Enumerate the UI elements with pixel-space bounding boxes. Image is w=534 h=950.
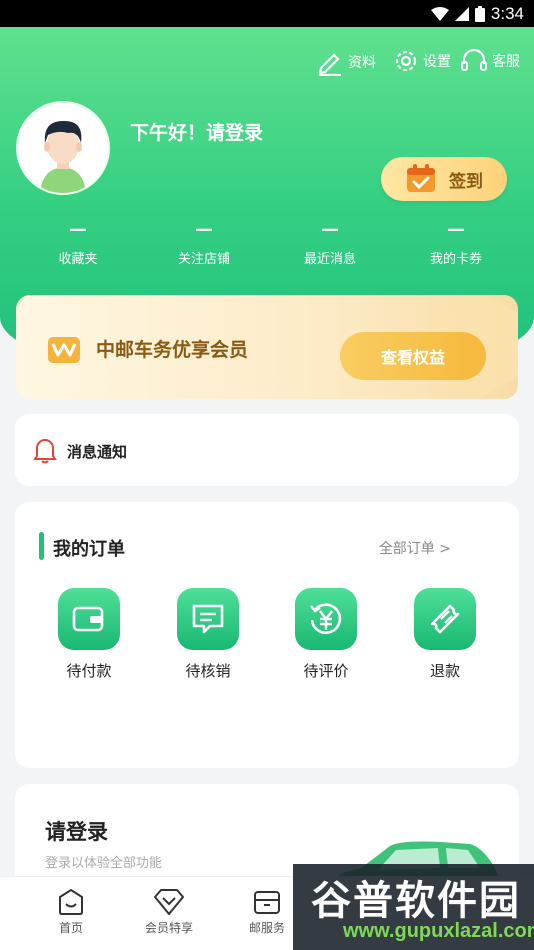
stat-label: 关注店铺 [177,252,230,267]
profile-info-button[interactable]: 资料 [316,48,376,76]
greeting-text[interactable]: 下午好！请登录 [130,118,263,145]
yen-refresh-icon [310,603,342,635]
stat-label: 最近消息 [303,252,356,267]
notification-row[interactable]: 消息通知 [15,414,519,486]
login-title: 请登录 [45,820,108,844]
ticket-icon [430,604,460,634]
crown-icon [48,337,80,363]
status-bar: 3:34 [0,0,534,27]
orders-title: 我的订单 [53,539,125,560]
order-icon-box [58,588,120,650]
stat-value: — [321,219,339,240]
status-icons: 3:34 [430,4,524,24]
status-time: 3:34 [490,4,524,23]
watermark-logo: 谷普软件园 [311,878,521,924]
order-label: 待核销 [185,662,231,680]
gear-icon [395,50,417,72]
stat-followed-shops[interactable]: — 关注店铺 [149,219,259,268]
wifi-icon [430,7,449,21]
checkin-button[interactable]: 签到 [381,157,507,201]
stat-recent-messages[interactable]: — 最近消息 [275,219,385,268]
tab-member-perks[interactable]: 会员特享 [129,885,209,936]
tab-home[interactable]: 首页 [31,885,111,936]
customer-service-button[interactable]: 客服 [460,48,520,74]
member-card[interactable]: 中邮车务优享会员 查看权益 [16,295,518,399]
bell-icon [33,439,57,464]
stat-favorites[interactable]: — 收藏夹 [23,219,133,268]
notification-label: 消息通知 [67,443,128,461]
user-avatar-icon [18,103,108,193]
settings-label: 设置 [423,54,451,70]
orders-card: 我的订单 全部订单 > 待付款 待核销 待评价 退款 [15,502,519,768]
box-icon [254,891,280,914]
order-pending-verification[interactable]: 待核销 [163,588,253,681]
stat-label: 收藏夹 [58,252,98,267]
pencil-icon [318,53,341,76]
stat-value: — [195,219,213,240]
message-icon [192,604,224,634]
login-subtitle: 登录以体验全部功能 [45,856,163,871]
tab-home-label: 首页 [58,921,83,935]
stat-label: 我的卡券 [429,252,482,267]
home-icon [59,888,83,915]
order-icon-box [414,588,476,650]
order-label: 待评价 [303,662,349,680]
member-title: 中邮车务优享会员 [96,339,249,361]
order-icon-box [295,588,357,650]
settings-button[interactable]: 设置 [393,48,451,74]
tab-member-perks-label: 会员特享 [144,921,193,935]
stat-my-coupons[interactable]: — 我的卡券 [401,219,511,268]
tab-post-service-label: 邮服务 [248,921,285,935]
watermark-url: www.gupuxlazal.com [343,920,534,942]
section-marker [39,532,44,560]
battery-icon [474,6,485,22]
avatar[interactable] [16,101,110,195]
order-refund[interactable]: 退款 [400,588,490,681]
checkin-label: 签到 [449,171,483,192]
diamond-icon [154,889,184,915]
all-orders-link[interactable]: 全部订单 > [379,538,451,558]
headset-icon [461,48,487,71]
order-label: 待付款 [66,662,112,680]
signal-icon [454,7,469,21]
wallet-icon [72,606,104,632]
order-pending-payment[interactable]: 待付款 [44,588,134,681]
customer-service-label: 客服 [492,54,520,70]
view-benefits-button[interactable]: 查看权益 [340,332,486,380]
calendar-check-icon [407,164,435,192]
order-pending-review[interactable]: 待评价 [281,588,371,681]
watermark: 谷普软件园 www.gupuxlazal.com [293,864,534,950]
profile-info-label: 资料 [348,55,376,71]
order-icon-box [177,588,239,650]
stat-value: — [69,219,87,240]
order-label: 退款 [429,662,460,680]
stat-value: — [447,219,465,240]
